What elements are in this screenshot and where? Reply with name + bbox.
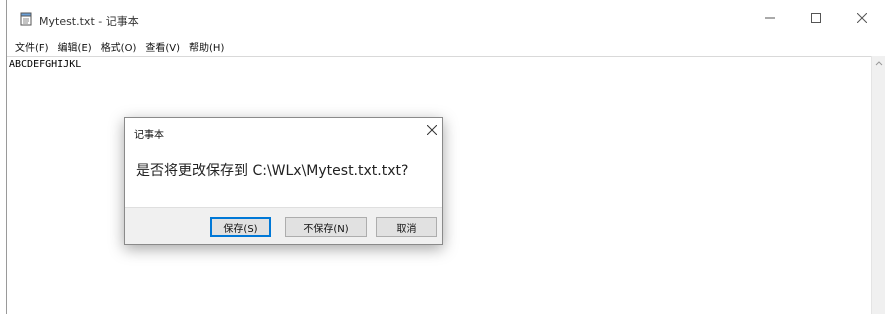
minimize-icon: [765, 17, 775, 19]
save-button[interactable]: 保存(S): [210, 217, 271, 237]
menu-help[interactable]: 帮助(H): [189, 39, 224, 54]
menu-bar: 文件(F) 编辑(E) 格式(O) 查看(V) 帮助(H): [7, 36, 885, 56]
close-icon: [857, 13, 867, 23]
editor-content: ABCDEFGHIJKL: [9, 59, 82, 70]
minimize-button[interactable]: [747, 0, 793, 36]
dialog-message: 是否将更改保存到 C:\WLx\Mytest.txt.txt?: [136, 163, 409, 179]
scroll-up-button[interactable]: [872, 56, 885, 70]
close-icon: [427, 125, 437, 135]
chevron-up-icon: [875, 61, 883, 66]
dont-save-button[interactable]: 不保存(N): [285, 217, 367, 237]
save-changes-dialog: 记事本 是否将更改保存到 C:\WLx\Mytest.txt.txt? 保存(S…: [124, 117, 443, 245]
menu-view[interactable]: 查看(V): [145, 39, 180, 54]
menu-edit[interactable]: 编辑(E): [58, 39, 92, 54]
vertical-scrollbar[interactable]: [871, 56, 885, 314]
cancel-button[interactable]: 取消: [376, 217, 437, 237]
notepad-icon: [19, 12, 33, 26]
menu-file[interactable]: 文件(F): [15, 39, 49, 54]
window-title: Mytest.txt - 记事本: [39, 15, 139, 28]
dialog-close-button[interactable]: [425, 123, 439, 137]
dialog-button-bar: 保存(S) 不保存(N) 取消: [125, 207, 442, 244]
maximize-button[interactable]: [793, 0, 839, 36]
menu-format[interactable]: 格式(O): [101, 39, 137, 54]
maximize-icon: [811, 13, 821, 23]
dialog-title: 记事本: [134, 130, 164, 141]
close-button[interactable]: [839, 0, 885, 36]
title-bar[interactable]: Mytest.txt - 记事本: [7, 0, 885, 36]
